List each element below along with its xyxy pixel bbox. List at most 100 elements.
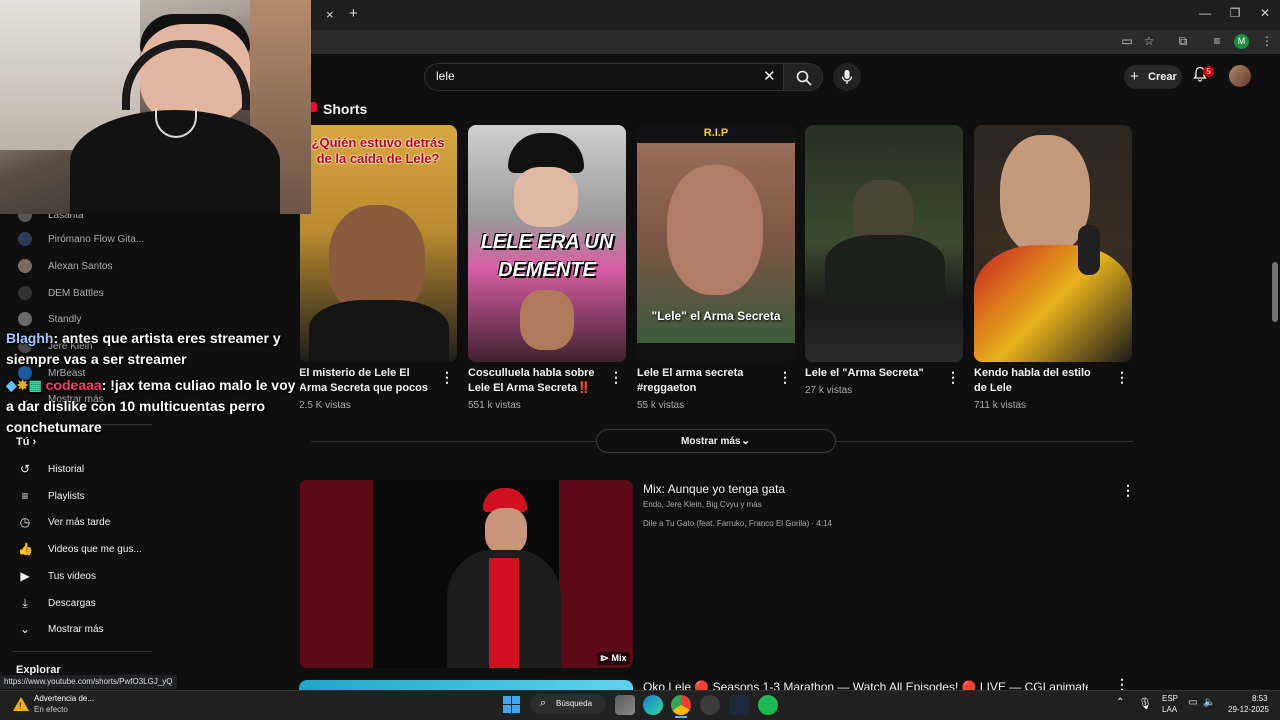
page-scrollbar-thumb[interactable] xyxy=(1272,262,1278,322)
person-face xyxy=(667,165,763,295)
clock-date[interactable]: 29-12-2025 xyxy=(1228,705,1269,714)
chrome-icon[interactable] xyxy=(671,695,691,715)
sidebar-item-liked-videos[interactable]: 👍 Videos que me gus... xyxy=(18,536,178,562)
short-thumbnail-5[interactable] xyxy=(974,125,1132,362)
short-title-3[interactable]: Lele El arma secreta #reggaeton xyxy=(637,366,769,396)
short-thumbnail-3[interactable]: R.I.P "Lele" el Arma Secreta xyxy=(637,125,795,362)
mix-first-song[interactable]: Dile a Tu Gato (feat. Farruko, Franco El… xyxy=(643,519,832,528)
short-title-1[interactable]: El misterio de Lele El Arma Secreta que … xyxy=(299,366,431,396)
history-icon: ↺ xyxy=(19,462,31,476)
next-video-thumbnail[interactable] xyxy=(299,680,633,690)
warning-subtitle: En efecto xyxy=(34,705,68,714)
channel-avatar xyxy=(18,312,32,326)
maximize-button[interactable]: ❐ xyxy=(1220,6,1250,20)
sidebar-subscription-item[interactable]: Pirómano Flow Gita... xyxy=(18,226,148,252)
create-button[interactable]: + Crear xyxy=(1124,65,1182,89)
profile-icon[interactable]: M xyxy=(1234,34,1249,49)
shorts-section-title: Shorts xyxy=(323,101,368,117)
mix-badge: ⧐ Mix xyxy=(597,652,630,665)
active-app-indicator xyxy=(675,716,687,718)
keyboard-layout[interactable]: LAA xyxy=(1162,705,1177,714)
short-views-1: 2.5 K vistas xyxy=(299,400,351,411)
show-more-shorts-button[interactable]: Mostrar más ⌄ xyxy=(596,429,836,453)
microphone-icon[interactable]: 🎙 xyxy=(1138,697,1152,710)
task-view-icon[interactable] xyxy=(615,695,635,715)
chevron-down-icon: ⌄ xyxy=(19,622,31,636)
short-title-4[interactable]: Lele el "Arma Secreta" xyxy=(805,366,937,381)
sidebar-item-your-videos[interactable]: ▶ Tus videos xyxy=(18,563,178,589)
chat-username: Blaghh xyxy=(6,330,54,346)
mix-title[interactable]: Mix: Aunque yo tenga gata xyxy=(643,482,785,496)
warning-title[interactable]: Advertencia de... xyxy=(34,694,94,703)
search-button[interactable] xyxy=(783,63,823,91)
search-input[interactable] xyxy=(424,63,784,91)
short-views-2: 551 k vistas xyxy=(468,400,521,411)
channel-name: Pirómano Flow Gita... xyxy=(48,233,145,245)
steam-icon[interactable] xyxy=(729,695,749,715)
sidebar-item-label: Historial xyxy=(48,463,85,475)
person-face xyxy=(520,290,574,350)
sidebar-item-downloads[interactable]: ⤓ Descargas xyxy=(18,590,178,616)
warning-icon[interactable]: ! xyxy=(12,696,30,712)
sidebar-item-playlists[interactable]: ≡ Playlists xyxy=(18,483,178,509)
sidebar-subscription-item[interactable]: Alexan Santos xyxy=(18,253,148,279)
sidebar-subscription-item[interactable]: DEM Battles xyxy=(18,280,148,306)
edge-icon[interactable] xyxy=(643,695,663,715)
mix-thumbnail[interactable]: ⧐ Mix xyxy=(299,480,633,668)
media-queue-icon[interactable]: ≡ xyxy=(1208,34,1226,48)
account-avatar[interactable] xyxy=(1229,65,1251,87)
spotify-icon[interactable] xyxy=(758,695,778,715)
sidebar-item-label: Videos que me gus... xyxy=(48,543,142,555)
chat-badges-icon: ◆ xyxy=(6,377,17,393)
sidebar-item-label: Playlists xyxy=(48,490,85,502)
close-window-button[interactable]: ✕ xyxy=(1250,6,1280,20)
short-thumbnail-2[interactable]: LELE ERA UN DEMENTE xyxy=(468,125,626,362)
bookmark-star-icon[interactable]: ☆ xyxy=(1140,34,1158,48)
network-icon[interactable]: ▭ xyxy=(1188,697,1197,708)
windows-taskbar xyxy=(0,690,1280,720)
search-icon: ⌕ xyxy=(540,697,547,709)
tray-overflow-icon[interactable]: ⌃ xyxy=(1116,697,1124,708)
mix-menu-icon[interactable]: ⋮ xyxy=(1121,482,1135,499)
new-tab-button[interactable]: + xyxy=(349,5,358,22)
volume-icon[interactable]: 🔈 xyxy=(1203,697,1215,708)
language-code[interactable]: ESP xyxy=(1162,694,1178,703)
short-thumbnail-caption: R.I.P xyxy=(703,127,729,139)
extensions-icon[interactable]: ⧉ xyxy=(1174,34,1192,49)
microphone-icon xyxy=(841,70,853,84)
channel-avatar xyxy=(18,232,32,246)
minimize-button[interactable]: — xyxy=(1190,6,1220,20)
short-menu-icon[interactable]: ⋮ xyxy=(609,369,623,386)
short-title-2[interactable]: Cosculluela habla sobre Lele El Arma Sec… xyxy=(468,366,600,396)
sidebar-item-label: Ver más tarde xyxy=(48,516,111,528)
short-thumbnail-1[interactable]: ¿Quién estuvo detrás de la caída de Lele… xyxy=(299,125,457,362)
divider xyxy=(311,441,596,442)
notification-count-badge: 5 xyxy=(1203,66,1214,77)
person-face xyxy=(485,508,527,554)
windows-start-icon[interactable] xyxy=(503,696,520,713)
chat-username: codeaaa xyxy=(45,377,102,393)
short-menu-icon[interactable]: ⋮ xyxy=(778,369,792,386)
thumbs-up-icon: 👍 xyxy=(18,542,33,556)
sidebar-item-show-more[interactable]: ⌄ Mostrar más xyxy=(18,616,178,642)
cast-icon[interactable]: ▭ xyxy=(1118,34,1136,48)
link-status-bar: https://www.youtube.com/shorts/PwfO3LGJ_… xyxy=(0,675,177,689)
short-views-4: 27 k vistas xyxy=(805,385,853,396)
short-menu-icon[interactable]: ⋮ xyxy=(440,369,454,386)
short-thumbnail-subcaption: "Lele" el Arma Secreta xyxy=(651,309,781,323)
short-title-5[interactable]: Kendo habla del estilo de Lele xyxy=(974,366,1106,396)
clock-time[interactable]: 8:53 xyxy=(1252,694,1268,703)
voice-search-button[interactable] xyxy=(833,63,861,91)
clear-search-icon[interactable]: ✕ xyxy=(763,67,776,85)
mix-artists: Endo, Jere Klein, Big Cvyu y más xyxy=(643,500,762,509)
sidebar-item-history[interactable]: ↺ Historial xyxy=(18,456,178,482)
person-face xyxy=(514,167,578,227)
short-menu-icon[interactable]: ⋮ xyxy=(1115,369,1129,386)
obs-icon[interactable] xyxy=(700,695,720,715)
short-thumbnail-4[interactable] xyxy=(805,125,963,362)
short-menu-icon[interactable]: ⋮ xyxy=(946,369,960,386)
browser-menu-icon[interactable]: ⋮ xyxy=(1258,34,1276,48)
sidebar-item-watch-later[interactable]: ◷ Ver más tarde xyxy=(18,509,178,535)
taskbar-search[interactable]: ⌕ Búsqueda xyxy=(530,694,606,714)
close-tab-button[interactable]: × xyxy=(326,7,334,22)
